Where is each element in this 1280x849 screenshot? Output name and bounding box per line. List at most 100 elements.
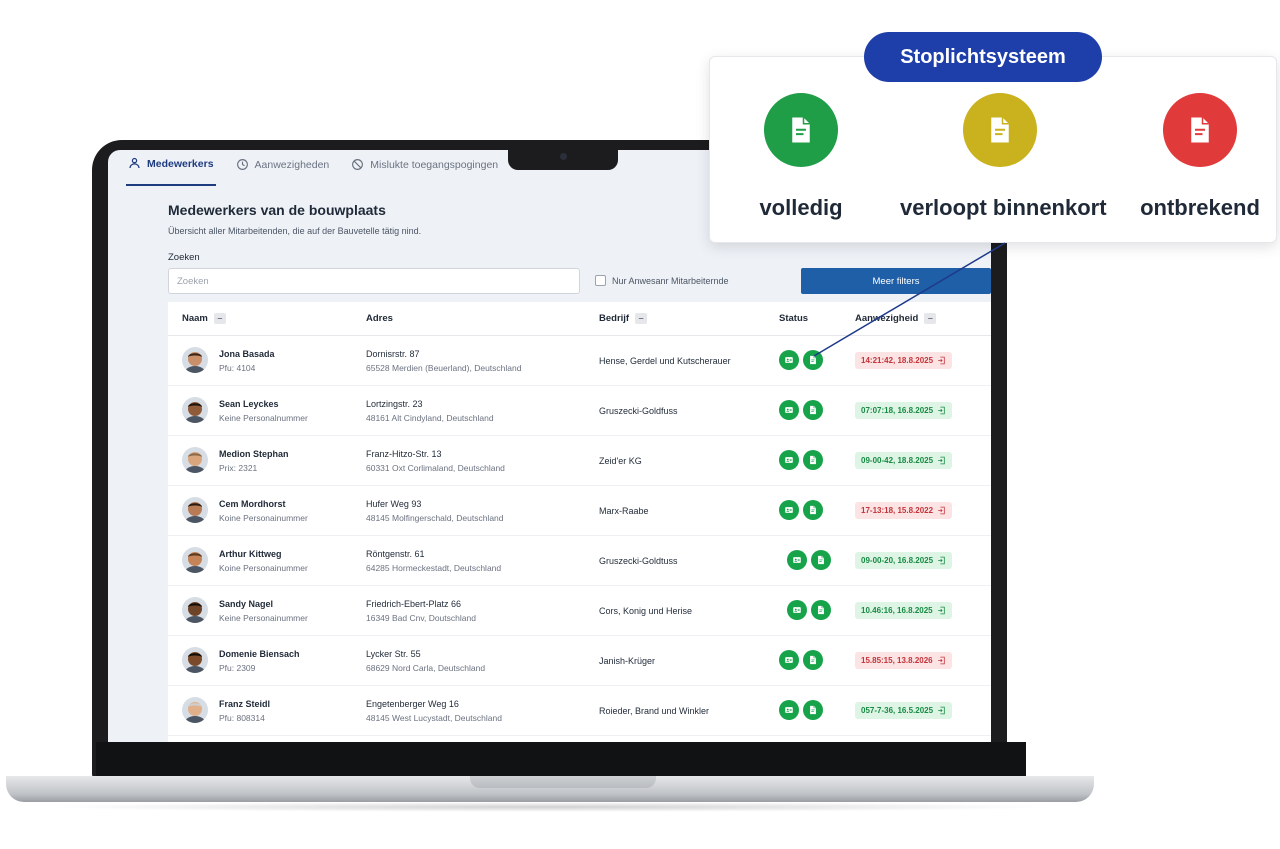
employee-name[interactable]: Domenie Biensach: [219, 649, 300, 659]
present-only-label: Nur Anwesanr Mitarbeiternde: [612, 275, 729, 286]
employee-name[interactable]: Jona Basada: [219, 349, 275, 359]
legend-title: Stoplichtsysteem: [864, 32, 1102, 82]
document-icon[interactable]: [803, 500, 823, 520]
page-subtitle: Übersicht aller Mitarbeitenden, die auf …: [168, 226, 422, 236]
column-address-header: Adres: [366, 313, 393, 324]
more-filters-button[interactable]: Meer filters: [801, 268, 991, 294]
address-street: Engetenberger Weg 16: [366, 699, 459, 709]
presence-time: 057-7-36, 16.5.2025: [861, 706, 934, 715]
personnel-number: Keine Personalnummer: [219, 413, 308, 423]
document-expiring-icon: [991, 117, 1009, 143]
tab-medewerkers[interactable]: Medewerkers: [126, 152, 216, 186]
column-company-header[interactable]: Bedrijf –: [599, 313, 648, 324]
id-card-icon[interactable]: [787, 550, 807, 570]
company-name: Marx-Raabe: [599, 506, 649, 516]
address-street: Friedrich-Ebert-Platz 66: [366, 599, 462, 609]
employees-table: Naam – Adres Bedrijf – Status Aanwezighe…: [168, 302, 991, 742]
presence-badge: 07:07:18, 16.8.2025: [855, 402, 953, 419]
employee-name[interactable]: Medion Stephan: [219, 449, 289, 459]
ban-icon: [352, 159, 364, 170]
tab-label: Medewerkers: [147, 157, 214, 170]
address-city: 48145 West Lucystadt, Deutschland: [366, 713, 502, 723]
legend-circle: [1163, 93, 1237, 167]
employee-name[interactable]: Cem Mordhorst: [219, 499, 286, 509]
personnel-number: Pfu: 2309: [219, 663, 256, 673]
presence-badge: 057-7-36, 16.5.2025: [855, 702, 953, 719]
document-icon[interactable]: [811, 600, 831, 620]
table-row[interactable]: Cem Mordhorst Koine Personainummer Hufer W…: [168, 486, 991, 536]
sort-icon[interactable]: –: [635, 313, 648, 324]
column-name-header[interactable]: Naam –: [182, 313, 226, 324]
search-input[interactable]: [168, 268, 580, 294]
table-row[interactable]: Jona Basada Pfu: 4104 Dornisrstr. 87 65528 …: [168, 336, 991, 386]
id-card-icon[interactable]: [779, 500, 799, 520]
id-card-icon[interactable]: [779, 700, 799, 720]
column-presence-header[interactable]: Aanwezigheid –: [855, 313, 937, 324]
tab-label: Mislukte toegangspogingen: [370, 158, 499, 171]
address-street: Röntgenstr. 61: [366, 549, 425, 559]
employee-name[interactable]: Arthur Kittweg: [219, 549, 282, 559]
company-name: Gruszecki-Goldtuss: [599, 556, 678, 566]
employee-name[interactable]: Sandy Nagel: [219, 599, 273, 609]
laptop-base-notch: [470, 776, 656, 788]
document-icon[interactable]: [803, 650, 823, 670]
table-row[interactable]: Sean Leyckes Keine Personalnummer Lortzing…: [168, 386, 991, 436]
presence-time: 14:21:42, 18.8.2025: [861, 356, 934, 365]
address-city: 48145 Molfingerschald, Deutschland: [366, 513, 504, 523]
clock-icon: [236, 159, 248, 170]
legend-item-missing: ontbrekend: [1100, 93, 1280, 221]
document-icon[interactable]: [811, 550, 831, 570]
column-label: Naam: [182, 313, 208, 324]
employee-name[interactable]: Franz Steidl: [219, 699, 270, 709]
company-name: Gruszecki-Goldfuss: [599, 406, 678, 416]
document-status: [787, 600, 831, 620]
document-icon[interactable]: [803, 700, 823, 720]
id-card-icon[interactable]: [779, 350, 799, 370]
document-icon[interactable]: [803, 350, 823, 370]
presence-time: 09-00-20, 16.8.2025: [861, 556, 934, 565]
address-street: Lycker Str. 55: [366, 649, 421, 659]
column-label: Aanwezigheid: [855, 313, 919, 324]
column-label: Adres: [366, 313, 393, 324]
tab-mislukte-toegangspogingen[interactable]: Mislukte toegangspogingen: [349, 152, 500, 186]
table-header: Naam – Adres Bedrijf – Status Aanwezighe…: [168, 302, 991, 336]
address-city: 64285 Hormeckestadt, Deutschland: [366, 563, 502, 573]
page-title: Medewerkers van de bouwplaats: [168, 202, 386, 218]
table-row[interactable]: Medion Stephan Prix: 2321 Franz-Hitzo-Str.…: [168, 436, 991, 486]
logout-icon: [938, 506, 945, 515]
logout-icon: [937, 656, 945, 665]
document-icon[interactable]: [803, 400, 823, 420]
presence-badge: 15.85:15, 13.8.2026: [855, 652, 952, 669]
search-label: Zoeken: [168, 252, 200, 263]
table-row[interactable]: Franz Steidl Pfu: 808314 Engetenberger Weg…: [168, 686, 991, 736]
table-row[interactable]: Domenie Biensach Pfu: 2309 Lycker Str. 55 6…: [168, 636, 991, 686]
presence-time: 17-13:18, 15.8.2022: [861, 506, 934, 515]
personnel-number: Prix: 2321: [219, 463, 258, 473]
avatar: [182, 647, 208, 673]
present-only-filter[interactable]: Nur Anwesanr Mitarbeiternde: [595, 275, 729, 286]
document-status: [779, 500, 823, 520]
presence-badge: 14:21:42, 18.8.2025: [855, 352, 953, 369]
table-row[interactable]: Sandy Nagel Keine Personainummer Friedrich…: [168, 586, 991, 636]
address-city: 65528 Merdien (Beuerland), Deutschland: [366, 363, 522, 373]
personnel-number: Pfu: 4104: [219, 363, 256, 373]
sort-icon[interactable]: –: [213, 313, 226, 324]
company-name: Zeid'er KG: [599, 456, 642, 466]
column-label: Status: [779, 313, 809, 324]
id-card-icon[interactable]: [787, 600, 807, 620]
legend-circle: [963, 93, 1037, 167]
present-only-checkbox[interactable]: [595, 275, 606, 286]
tab-aanwezigheden[interactable]: Aanwezigheden: [234, 152, 332, 186]
avatar: [182, 597, 208, 623]
sort-icon[interactable]: –: [924, 313, 937, 324]
document-status: [779, 700, 823, 720]
table-row[interactable]: Arthur Kittweg Koine Personainummer Röntge…: [168, 536, 991, 586]
id-card-icon[interactable]: [779, 400, 799, 420]
document-icon[interactable]: [803, 450, 823, 470]
id-card-icon[interactable]: [779, 650, 799, 670]
legend-item-expiring: verloopt binnenkort: [900, 93, 1107, 221]
address-street: Franz-Hitzo-Str. 13: [366, 449, 442, 459]
id-card-icon[interactable]: [779, 450, 799, 470]
employee-name[interactable]: Sean Leyckes: [219, 399, 279, 409]
document-status: [779, 450, 823, 470]
